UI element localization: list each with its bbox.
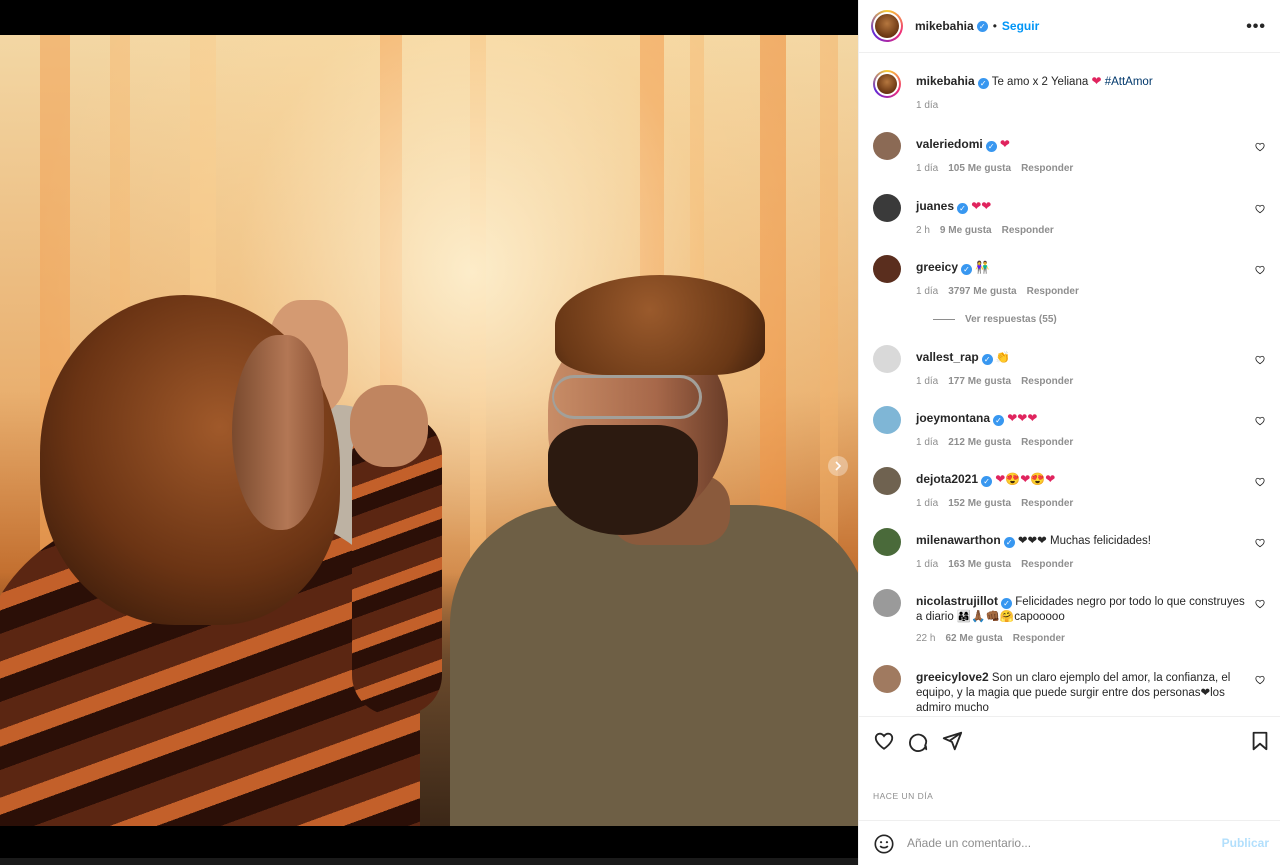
comment-time: 1 día	[916, 163, 939, 174]
comment-likes[interactable]: 62 Me gusta	[945, 633, 1002, 644]
commenter-username[interactable]: joeymontana	[916, 411, 990, 425]
like-comment-icon[interactable]	[1255, 538, 1265, 548]
post-sidebar: mikebahia ✓ • Seguir ••• mikebahia ✓ Te a…	[858, 0, 1280, 865]
post-photo[interactable]	[0, 35, 858, 826]
reply-button[interactable]: Responder	[1021, 437, 1073, 448]
comment-text: ❤	[999, 137, 1010, 151]
commenter-avatar[interactable]	[873, 345, 901, 373]
like-comment-icon[interactable]	[1255, 599, 1265, 609]
caption-text: Te amo x 2 Yeliana	[991, 76, 1089, 88]
next-slide-button[interactable]	[828, 456, 848, 476]
comment-likes[interactable]: 3797 Me gusta	[948, 286, 1016, 297]
verified-badge-icon: ✓	[1003, 537, 1015, 548]
comment-icon[interactable]	[907, 730, 929, 752]
reply-button[interactable]: Responder	[1021, 376, 1073, 387]
like-comment-icon[interactable]	[1255, 416, 1265, 426]
verified-badge-icon: ✓	[993, 415, 1005, 426]
like-comment-icon[interactable]	[1255, 675, 1265, 685]
reply-button[interactable]: Responder	[1021, 163, 1073, 174]
verified-badge-icon: ✓	[961, 264, 973, 275]
commenter-username[interactable]: greeicylove2	[916, 670, 989, 684]
commenter-avatar[interactable]	[873, 406, 901, 434]
comment-text: 👏	[995, 352, 1011, 364]
commenter-avatar[interactable]	[873, 589, 901, 617]
view-replies-button[interactable]: Ver respuestas (55)	[933, 314, 1057, 325]
like-comment-icon[interactable]	[1255, 204, 1265, 214]
like-comment-icon[interactable]	[1255, 142, 1265, 152]
comments-list[interactable]: mikebahia ✓ Te amo x 2 Yeliana ❤ #AttAmor…	[859, 54, 1280, 716]
comment-text: ❤❤❤	[1007, 411, 1038, 425]
comment-input[interactable]: Añade un comentario...	[907, 836, 1031, 850]
commenter-avatar[interactable]	[873, 528, 901, 556]
verified-badge-icon: ✓	[985, 141, 997, 152]
comment-likes[interactable]: 9 Me gusta	[940, 225, 992, 236]
commenter-avatar[interactable]	[873, 467, 901, 495]
comment-text: 👫	[975, 262, 990, 274]
comment-time: 22 h	[916, 633, 936, 644]
verified-badge-icon: ✓	[976, 20, 988, 32]
comment-composer: Añade un comentario... Publicar	[859, 820, 1280, 864]
comment-text: ❤❤	[971, 199, 992, 213]
commenter-username[interactable]: milenawarthon	[916, 533, 1001, 547]
chevron-right-icon	[835, 461, 842, 471]
caption-username[interactable]: mikebahia	[916, 74, 975, 88]
caption-heart: ❤	[1091, 74, 1102, 88]
more-options-button[interactable]: •••	[1246, 18, 1266, 36]
reply-button[interactable]: Responder	[1027, 286, 1079, 297]
commenter-username[interactable]: dejota2021	[916, 472, 978, 486]
post-time-ago[interactable]: HACE UN DÍA	[873, 791, 933, 801]
comment-likes[interactable]: 105 Me gusta	[948, 163, 1011, 174]
like-icon[interactable]	[873, 730, 895, 752]
commenter-avatar[interactable]	[873, 255, 901, 283]
comment-likes[interactable]: 177 Me gusta	[948, 376, 1011, 387]
comment-time: 2 h	[916, 225, 930, 236]
reply-button[interactable]: Responder	[1002, 225, 1054, 236]
follow-button[interactable]: Seguir	[1002, 19, 1039, 33]
verified-badge-icon: ✓	[957, 203, 969, 214]
commenter-username[interactable]: vallest_rap	[916, 350, 979, 364]
comment-time: 1 día	[916, 498, 939, 509]
verified-badge-icon: ✓	[981, 354, 993, 365]
share-icon[interactable]	[941, 730, 963, 752]
comment-time: 1 día	[916, 376, 939, 387]
comment-text: ❤😍❤😍❤	[995, 472, 1056, 486]
like-comment-icon[interactable]	[1255, 477, 1265, 487]
verified-badge-icon: ✓	[1001, 598, 1013, 609]
commenter-username[interactable]: valeriedomi	[916, 137, 983, 151]
emoji-icon[interactable]	[873, 833, 895, 855]
author-username[interactable]: mikebahia	[915, 19, 974, 33]
commenter-avatar[interactable]	[873, 665, 901, 693]
verified-badge-icon: ✓	[977, 78, 989, 89]
reply-button[interactable]: Responder	[1021, 498, 1073, 509]
like-comment-icon[interactable]	[1255, 355, 1265, 365]
commenter-username[interactable]: juanes	[916, 199, 954, 213]
instagram-post-modal: mikebahia ✓ • Seguir ••• mikebahia ✓ Te a…	[0, 0, 1280, 865]
comment-time: 1 día	[916, 559, 939, 570]
publish-button[interactable]: Publicar	[1222, 836, 1269, 850]
hashtag-link[interactable]: #AttAmor	[1105, 76, 1153, 88]
reply-button[interactable]: Responder	[1013, 633, 1065, 644]
author-avatar[interactable]	[871, 10, 903, 42]
comment-time: 1 día	[916, 286, 939, 297]
comment-text: ❤❤❤ Muchas felicidades!	[1017, 535, 1151, 547]
caption-avatar[interactable]	[873, 70, 901, 98]
like-comment-icon[interactable]	[1255, 265, 1265, 275]
comment-likes[interactable]: 163 Me gusta	[948, 559, 1011, 570]
commenter-avatar[interactable]	[873, 132, 901, 160]
taskbar-strip	[0, 858, 858, 865]
caption-time: 1 día	[916, 100, 939, 111]
commenter-username[interactable]: greeicy	[916, 260, 958, 274]
post-header: mikebahia ✓ • Seguir •••	[859, 0, 1280, 53]
post-actions: HACE UN DÍA Añade un comentario... Publi…	[859, 716, 1280, 865]
reply-button[interactable]: Responder	[1021, 559, 1073, 570]
commenter-username[interactable]: nicolastrujillot	[916, 594, 998, 608]
verified-badge-icon: ✓	[981, 476, 993, 487]
commenter-avatar[interactable]	[873, 194, 901, 222]
save-bookmark-icon[interactable]	[1249, 730, 1271, 752]
comment-likes[interactable]: 212 Me gusta	[948, 437, 1011, 448]
comment-time: 1 día	[916, 437, 939, 448]
comment-likes[interactable]: 152 Me gusta	[948, 498, 1011, 509]
